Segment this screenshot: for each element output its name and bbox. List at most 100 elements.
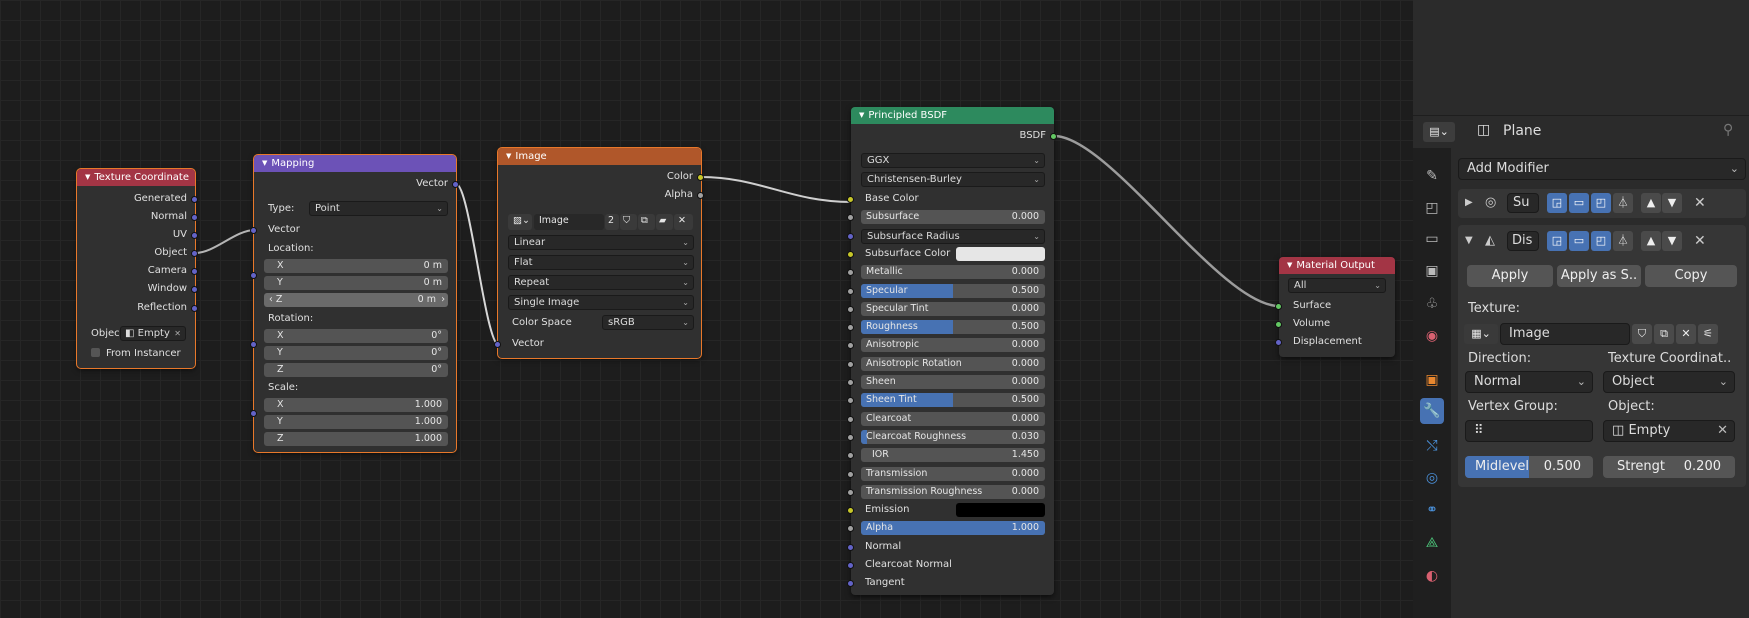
socket-clearcoat[interactable] xyxy=(847,415,854,423)
interpolation-dropdown[interactable]: Linear ⌄ xyxy=(508,235,694,250)
node-editor[interactable]: ▼ Texture Coordinate Generated Normal UV … xyxy=(0,0,1413,618)
material-output-node[interactable]: ▼ Material Output All ⌄ Surface Volume Dis… xyxy=(1275,257,1395,357)
close-icon[interactable]: ✕ xyxy=(1694,231,1706,251)
socket-metallic[interactable] xyxy=(847,269,854,277)
target-dropdown[interactable]: All ⌄ xyxy=(1288,278,1386,293)
increment-arrow-icon[interactable]: › xyxy=(441,293,445,307)
alpha-field[interactable]: Alpha 1.000 xyxy=(861,521,1045,536)
location-z-field[interactable]: ‹ Z 0 m › xyxy=(264,293,448,307)
socket-subsurface-radius[interactable] xyxy=(847,232,854,240)
collapse-icon[interactable]: ▼ xyxy=(1465,231,1473,251)
vertex-group-field[interactable]: ⠿ xyxy=(1465,420,1593,442)
midlevel-slider[interactable]: Midlevel 0.500 xyxy=(1465,456,1593,478)
clear-icon[interactable]: ✕ xyxy=(1717,421,1728,441)
socket-tangent[interactable] xyxy=(847,580,854,588)
particles-icon[interactable]: ⤭ xyxy=(1422,436,1442,456)
from-instancer-checkbox[interactable]: From Instancer xyxy=(91,347,187,361)
socket-alpha[interactable] xyxy=(847,525,854,533)
anisotropic-rotation-field[interactable]: Anisotropic Rotation 0.000 xyxy=(861,356,1045,371)
socket-transmission-roughness[interactable] xyxy=(847,488,854,496)
close-icon[interactable]: ✕ xyxy=(1694,193,1706,213)
emission-swatch[interactable] xyxy=(956,503,1045,518)
socket-surface[interactable] xyxy=(1275,303,1282,310)
render-toggle-icon[interactable]: ◰ xyxy=(1591,231,1611,251)
socket-location[interactable] xyxy=(250,272,257,279)
node-header[interactable]: ▼ Image xyxy=(498,148,701,165)
socket-rotation[interactable] xyxy=(250,341,257,348)
metallic-field[interactable]: Metallic 0.000 xyxy=(861,265,1045,280)
render-icon[interactable]: ◰ xyxy=(1422,198,1442,218)
object-icon[interactable]: ▣ xyxy=(1422,370,1442,390)
properties-editor[interactable]: ▤⌄ ◫ Plane ⚲ ✎ ◰ ▭ ▣ ♧ ◉ ▣ 🔧 ⤭ ◎ ⚭ ⟁ ◐ A… xyxy=(1413,0,1749,618)
projection-dropdown[interactable]: Flat ⌄ xyxy=(508,255,694,270)
texture-browse-icon[interactable]: ▦⌄ xyxy=(1464,324,1498,344)
image-datablock[interactable]: ▨⌄ Image 2 ⛉ ⧉ ▰ ✕ xyxy=(508,214,694,230)
anisotropic-field[interactable]: Anisotropic 0.000 xyxy=(861,338,1045,353)
socket-normal[interactable] xyxy=(191,214,198,221)
rotation-z-field[interactable]: Z 0° xyxy=(264,363,448,377)
socket-bsdf-out[interactable] xyxy=(1050,133,1057,140)
clearcoat-field[interactable]: Clearcoat 0.000 xyxy=(861,411,1045,426)
scale-x-field[interactable]: X 1.000 xyxy=(264,398,448,412)
color-space-dropdown[interactable]: sRGB ⌄ xyxy=(602,315,694,330)
source-dropdown[interactable]: Single Image ⌄ xyxy=(508,295,694,310)
material-icon[interactable]: ◐ xyxy=(1422,566,1442,586)
cage-icon[interactable]: ⏃ xyxy=(1613,193,1633,213)
socket-sheen-tint[interactable] xyxy=(847,397,854,405)
unlink-icon[interactable]: ✕ xyxy=(1676,324,1696,344)
sheen-tint-field[interactable]: Sheen Tint 0.500 xyxy=(861,393,1045,408)
subsurface-radius-dropdown[interactable]: Subsurface Radius ⌄ xyxy=(861,228,1045,244)
texture-coordinates-dropdown[interactable]: Object ⌄ xyxy=(1603,371,1735,393)
add-modifier-dropdown[interactable]: Add Modifier ⌄ xyxy=(1458,158,1746,180)
socket-window[interactable] xyxy=(191,286,198,293)
location-y-field[interactable]: Y 0 m xyxy=(264,276,448,290)
subsurface-method-dropdown[interactable]: Christensen-Burley ⌄ xyxy=(861,172,1045,187)
texture-coordinate-node[interactable]: ▼ Texture Coordinate Generated Normal UV … xyxy=(76,168,198,369)
subsurface-field[interactable]: Subsurface 0.000 xyxy=(861,210,1045,225)
socket-vector-in[interactable] xyxy=(250,227,257,234)
transmission-roughness-field[interactable]: Transmission Roughness 0.000 xyxy=(861,484,1045,499)
modifier-1-name[interactable]: Su xyxy=(1507,193,1539,213)
node-header[interactable]: ▼ Principled BSDF xyxy=(851,107,1054,124)
fake-user-icon[interactable]: ⛉ xyxy=(1632,324,1652,344)
rotation-x-field[interactable]: X 0° xyxy=(264,329,448,343)
specular-field[interactable]: Specular 0.500 xyxy=(861,283,1045,298)
scale-y-field[interactable]: Y 1.000 xyxy=(264,415,448,429)
strength-field[interactable]: Strengt 0.200 xyxy=(1603,456,1735,478)
distribution-dropdown[interactable]: GGX ⌄ xyxy=(861,153,1045,168)
edit-mode-icon[interactable]: ◲ xyxy=(1547,193,1567,213)
constraints-icon[interactable]: ⚭ xyxy=(1422,500,1442,520)
checkbox-icon[interactable] xyxy=(91,348,100,357)
open-folder-icon[interactable]: ▰ xyxy=(656,214,673,230)
transmission-field[interactable]: Transmission 0.000 xyxy=(861,466,1045,481)
ior-field[interactable]: IOR 1.450 xyxy=(861,448,1045,463)
realtime-icon[interactable]: ▭ xyxy=(1569,193,1589,213)
socket-generated[interactable] xyxy=(191,196,198,203)
socket-volume[interactable] xyxy=(1275,321,1282,328)
move-down-icon[interactable]: ▼ xyxy=(1662,193,1682,213)
subsurface-color-swatch[interactable] xyxy=(956,246,1045,261)
duplicate-icon[interactable]: ⧉ xyxy=(638,214,655,230)
fake-user-icon[interactable]: ⛉ xyxy=(620,214,637,230)
user-count[interactable]: 2 xyxy=(605,214,619,230)
output-icon[interactable]: ▭ xyxy=(1422,229,1442,249)
socket-reflection[interactable] xyxy=(191,305,198,312)
socket-anisotropic-rotation[interactable] xyxy=(847,360,854,368)
texture-properties-icon[interactable]: ⚟ xyxy=(1698,324,1718,344)
socket-scale[interactable] xyxy=(250,410,257,417)
move-up-icon[interactable]: ▲ xyxy=(1641,231,1661,251)
collapse-icon[interactable]: ▼ xyxy=(506,152,511,160)
apply-button[interactable]: Apply xyxy=(1467,265,1553,287)
image-browse-icon[interactable]: ▨⌄ xyxy=(508,214,532,230)
data-icon[interactable]: ⟁ xyxy=(1422,533,1442,553)
image-texture-node[interactable]: ▼ Image Color Alpha ▨⌄ Image 2 ⛉ ⧉ ▰ ✕ Li… xyxy=(494,147,704,359)
socket-displacement[interactable] xyxy=(1275,339,1282,346)
socket-ior[interactable] xyxy=(847,452,854,460)
copy-button[interactable]: Copy xyxy=(1645,265,1737,287)
socket-base-color[interactable] xyxy=(847,196,854,203)
image-name-field[interactable]: Image xyxy=(534,214,604,230)
clear-icon[interactable]: ✕ xyxy=(174,327,181,340)
move-up-icon[interactable]: ▲ xyxy=(1641,193,1661,213)
socket-specular[interactable] xyxy=(847,287,854,295)
decrement-arrow-icon[interactable]: ‹ xyxy=(269,294,276,305)
